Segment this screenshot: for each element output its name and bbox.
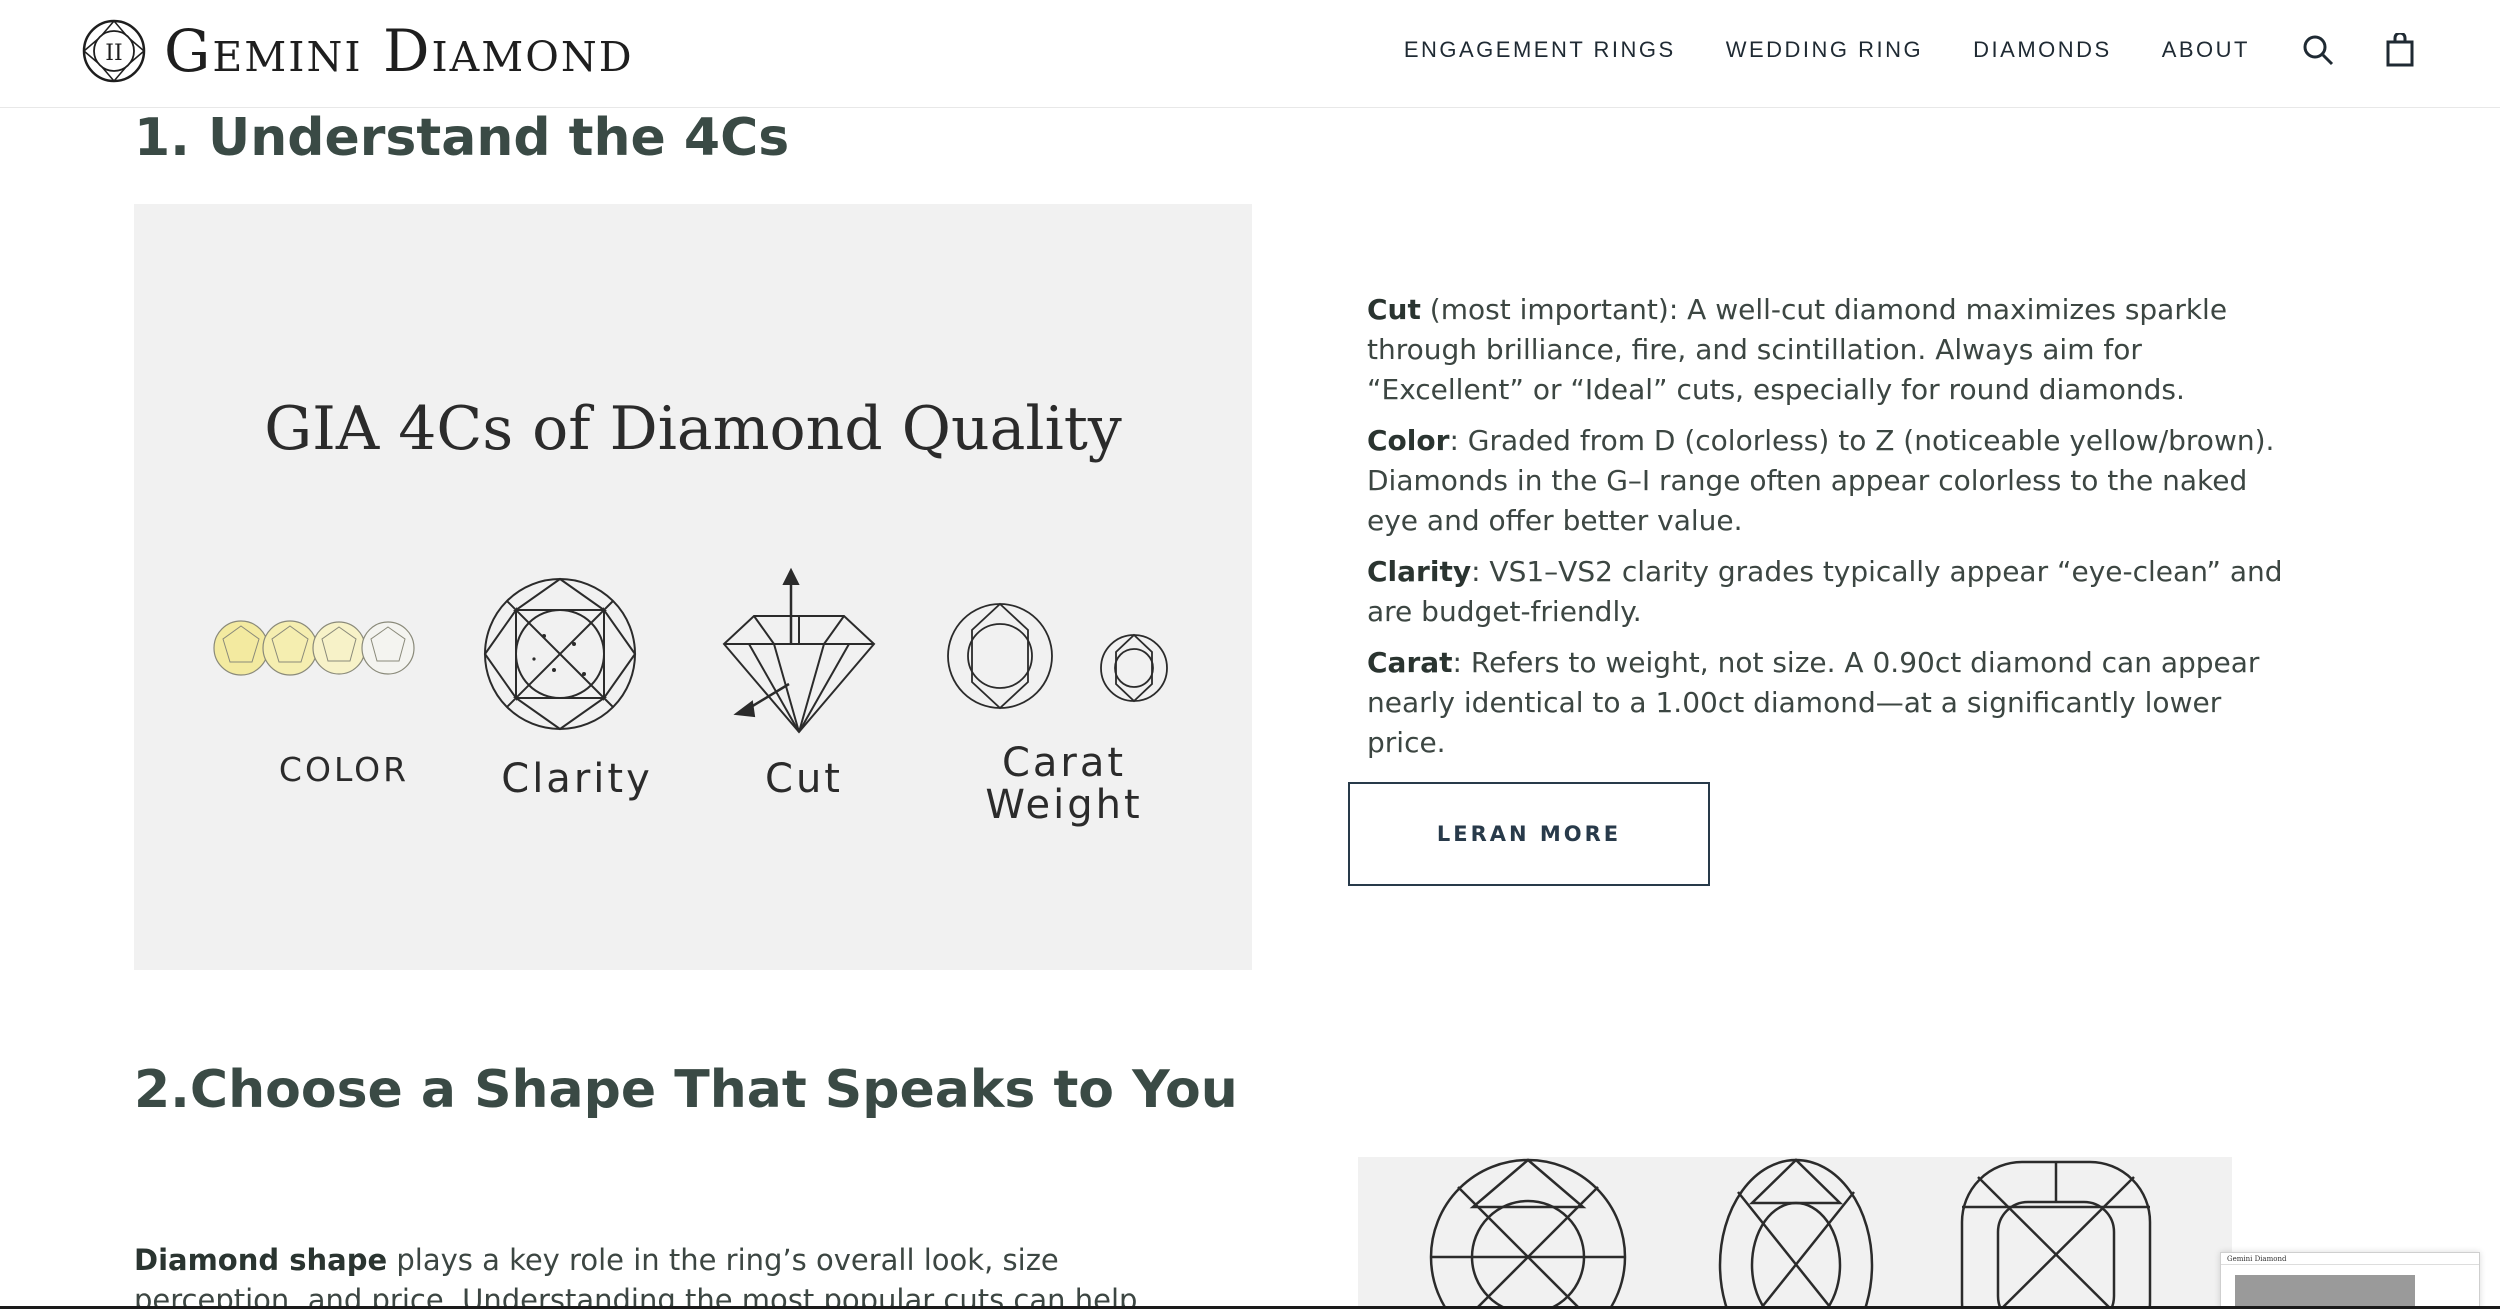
4cs-illustration [213,567,1168,734]
round-shape-icon [1429,1158,1627,1309]
paragraph-clarity: Clarity: VS1–VS2 clarity grades typicall… [1367,552,2307,632]
brand-name: Gemini Diamond [164,17,634,85]
carat-weight-icon [947,602,1168,710]
gia-4cs-image: GIA 4Cs of Diamond Quality COLOR Clarity… [134,204,1252,970]
caption-carat: Carat [1001,740,1127,786]
term-cut: Cut [1367,293,1421,326]
main-nav: ENGAGEMENT RINGS WEDDING RING DIAMONDS A… [1404,0,2500,100]
thumbnail-header: Gemini Diamond [2221,1253,2479,1265]
text-clarity: : VS1–VS2 clarity grades typically appea… [1367,555,2283,628]
paragraph-cut: Cut (most important): A well-cut diamond… [1367,290,2307,410]
section-title-4cs: 1. Understand the 4Cs [134,108,790,168]
caption-color: COLOR [278,750,410,789]
text-carat: : Refers to weight, not size. A 0.90ct d… [1367,646,2260,759]
diamond-shapes-image [1358,1157,2232,1309]
image-title: GIA 4Cs of Diamond Quality [264,394,1122,464]
term-clarity: Clarity [1367,555,1472,588]
diamond-shapes-illustration [1429,1158,2152,1309]
svg-text:II: II [105,41,122,66]
brand-logo[interactable]: II Gemini Diamond [82,18,634,84]
search-icon[interactable] [2300,32,2336,68]
learn-more-button[interactable]: LERAN MORE [1348,782,1710,886]
cut-diamond-icon [722,567,876,734]
thumbnail-image [2235,1275,2415,1308]
caption-cut: Cut [765,756,843,802]
oval-shape-icon [1718,1158,1874,1309]
clarity-diamond-icon [483,577,637,731]
paragraph-color: Color: Graded from D (colorless) to Z (n… [1367,421,2307,541]
shopping-bag-icon[interactable] [2382,32,2418,68]
text-cut: (most important): A well-cut diamond max… [1367,293,2228,406]
thumbnail-logo: Gemini Diamond [2227,1255,2287,1263]
nav-diamonds[interactable]: DIAMONDS [1973,37,2112,63]
gemini-logo-icon: II [82,19,146,83]
text-color: : Graded from D (colorless) to Z (notice… [1367,424,2275,537]
nav-engagement-rings[interactable]: ENGAGEMENT RINGS [1404,37,1676,63]
shape-intro-paragraph: Diamond shape plays a key role in the ri… [134,1240,1174,1309]
term-carat: Carat [1367,646,1453,679]
section-title-shape: 2.Choose a Shape That Speaks to You [134,1060,1238,1120]
cushion-shape-icon [1960,1160,2152,1309]
page-preview-thumbnail[interactable]: Gemini Diamond [2220,1252,2480,1309]
nav-about[interactable]: ABOUT [2162,37,2250,63]
term-diamond-shape: Diamond shape [134,1243,388,1277]
caption-clarity: Clarity [501,756,653,802]
caption-weight: Weight [985,782,1143,828]
site-header: II Gemini Diamond ENGAGEMENT RINGS WEDDI… [0,0,2500,108]
paragraph-carat: Carat: Refers to weight, not size. A 0.9… [1367,643,2307,763]
nav-wedding-ring[interactable]: WEDDING RING [1726,37,1923,63]
term-color: Color [1367,424,1450,457]
color-diamonds-icon [213,620,415,676]
